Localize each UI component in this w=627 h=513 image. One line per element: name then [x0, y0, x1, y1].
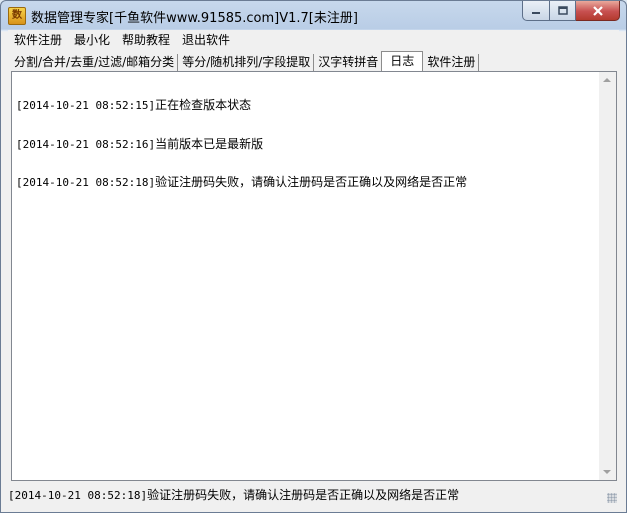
tab-split-merge[interactable]: 分割/合并/去重/过滤/邮箱分类: [11, 54, 179, 71]
maximize-icon: [557, 6, 568, 15]
log-line: [2014-10-21 08:52:16]当前版本已是最新版: [16, 136, 596, 152]
close-button[interactable]: [576, 1, 620, 21]
log-time: [2014-10-21 08:52:15]: [16, 99, 156, 112]
menu-minimize[interactable]: 最小化: [68, 30, 116, 50]
log-message: 正在检查版本状态: [155, 98, 252, 112]
window-title: 数据管理专家[千鱼软件www.91585.com]V1.7[未注册]: [31, 11, 358, 26]
scroll-down-icon[interactable]: [603, 470, 611, 474]
log-message: 验证注册码失败，请确认注册码是否正确以及网络是否正常: [155, 175, 468, 189]
minimize-icon: [532, 11, 540, 14]
menu-help[interactable]: 帮助教程: [116, 30, 176, 50]
title-bar[interactable]: 数 数据管理专家[千鱼软件www.91585.com]V1.7[未注册]: [1, 1, 626, 30]
app-window: 数 数据管理专家[千鱼软件www.91585.com]V1.7[未注册] 软件注…: [0, 0, 627, 513]
minimize-button[interactable]: [522, 1, 550, 21]
caption-buttons: [522, 1, 620, 21]
menu-register[interactable]: 软件注册: [8, 30, 68, 50]
menu-exit[interactable]: 退出软件: [176, 30, 236, 50]
status-bar: [2014-10-21 08:52:18]验证注册码失败，请确认注册码是否正确以…: [8, 485, 619, 505]
menu-bar: 软件注册 最小化 帮助教程 退出软件: [8, 30, 619, 50]
vertical-scrollbar[interactable]: [599, 72, 616, 480]
tab-divide-random[interactable]: 等分/随机排列/字段提取: [178, 54, 315, 71]
status-time: [2014-10-21 08:52:18]: [8, 489, 148, 502]
log-time: [2014-10-21 08:52:16]: [16, 137, 156, 151]
log-pane[interactable]: [2014-10-21 08:52:15]正在检查版本状态 [2014-10-2…: [11, 71, 617, 481]
tab-pinyin[interactable]: 汉字转拼音: [314, 54, 383, 71]
log-message: 当前版本已是最新版: [155, 136, 264, 151]
log-line: [2014-10-21 08:52:18]验证注册码失败，请确认注册码是否正确以…: [16, 176, 596, 190]
log-list: [2014-10-21 08:52:15]正在检查版本状态 [2014-10-2…: [16, 74, 596, 215]
scroll-up-icon[interactable]: [603, 78, 611, 82]
tab-log[interactable]: 日志: [381, 51, 424, 71]
resize-grip-icon[interactable]: [607, 493, 617, 503]
tab-register[interactable]: 软件注册: [423, 54, 480, 71]
close-icon: [592, 5, 603, 16]
log-line: [2014-10-21 08:52:15]正在检查版本状态: [16, 99, 596, 113]
tab-bar: 分割/合并/去重/过滤/邮箱分类 等分/随机排列/字段提取 汉字转拼音 日志 软…: [11, 51, 616, 71]
status-message: 验证注册码失败，请确认注册码是否正确以及网络是否正常: [147, 488, 460, 502]
maximize-button[interactable]: [550, 1, 576, 21]
log-time: [2014-10-21 08:52:18]: [16, 176, 156, 189]
app-icon[interactable]: 数: [8, 7, 26, 25]
